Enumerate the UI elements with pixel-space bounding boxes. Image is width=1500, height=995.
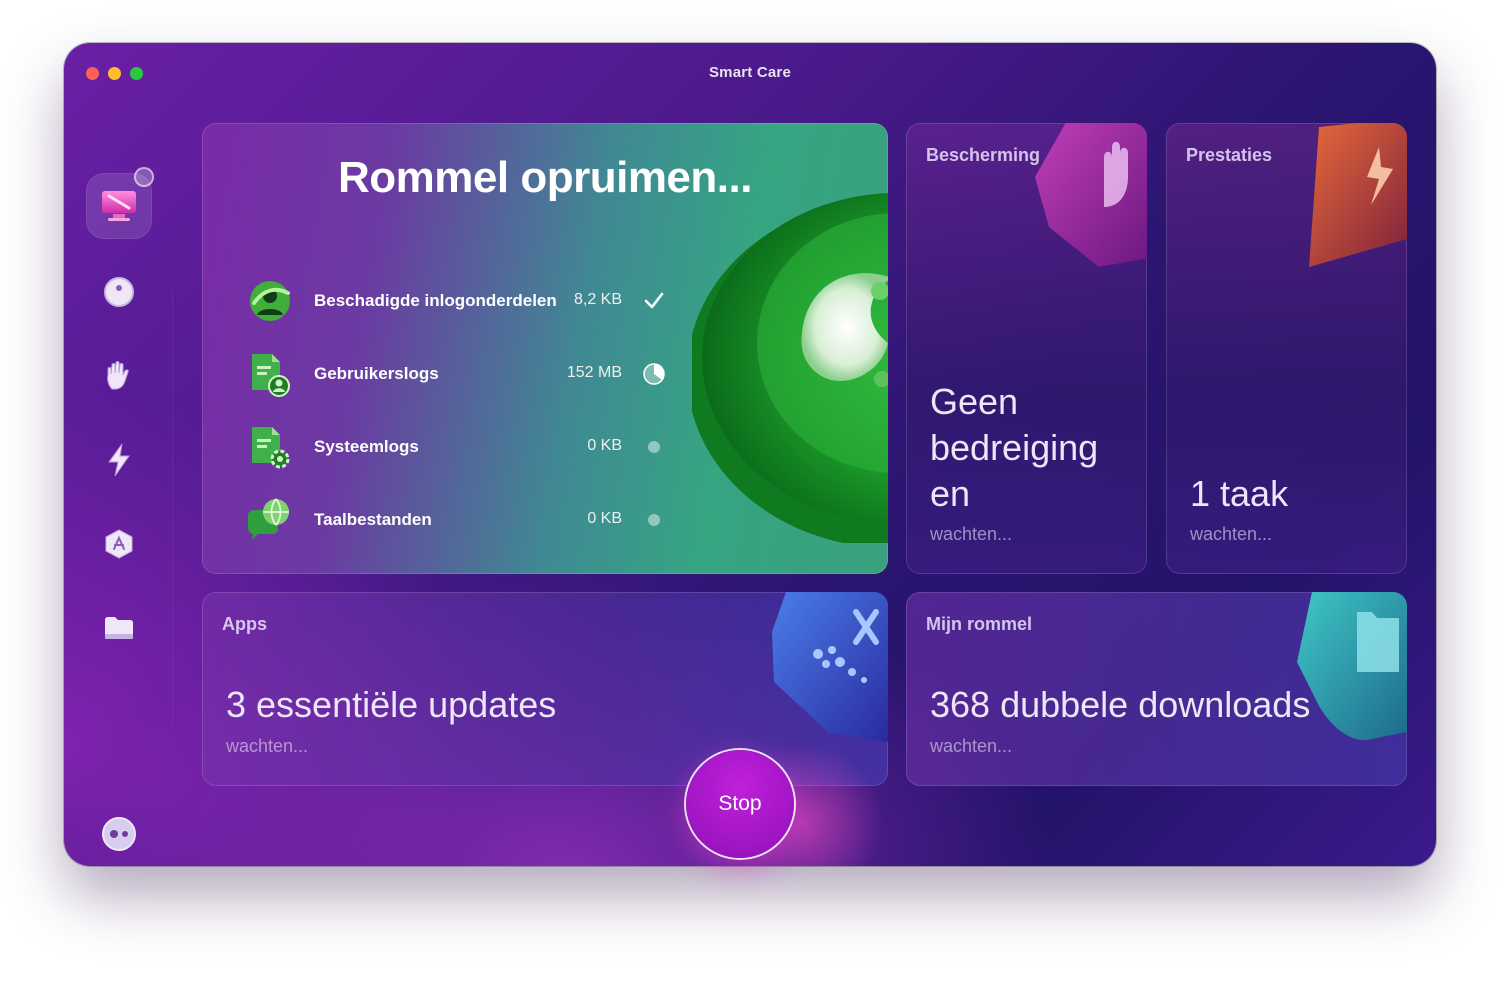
language-files-icon bbox=[248, 498, 289, 540]
row-label: Gebruikerslogs bbox=[314, 364, 439, 383]
app-window: Smart Care Rommel opruimen... Beschadigd… bbox=[64, 43, 1436, 866]
progress-indicator bbox=[134, 167, 154, 187]
cleanup-row: Systeemlogs 0 KB bbox=[246, 423, 666, 473]
pending-dot-icon bbox=[648, 441, 660, 453]
performance-card[interactable]: Prestaties 1 taak wachten... bbox=[1166, 123, 1407, 574]
broken-login-items-icon bbox=[250, 281, 290, 321]
my-clutter-status: wachten... bbox=[930, 736, 1013, 756]
apps-status: wachten... bbox=[226, 736, 309, 756]
apps-label: Apps bbox=[222, 614, 267, 634]
my-clutter-value: 368 dubbele downloads bbox=[930, 684, 1311, 725]
row-label: Systeemlogs bbox=[314, 437, 419, 456]
protection-hand-illustration bbox=[1035, 123, 1147, 267]
sidebar-item-my-clutter[interactable] bbox=[86, 595, 152, 661]
sidebar-item-protection[interactable] bbox=[86, 259, 152, 325]
sidebar-divider bbox=[172, 293, 173, 723]
sidebar-item-assistant[interactable] bbox=[86, 801, 152, 866]
row-size: 0 KB bbox=[587, 510, 622, 527]
performance-status: wachten... bbox=[1190, 524, 1273, 544]
folder-icon bbox=[105, 617, 133, 639]
performance-illustration bbox=[1309, 123, 1407, 267]
lightning-icon bbox=[108, 443, 130, 477]
sidebar-item-applications[interactable] bbox=[86, 511, 152, 577]
my-clutter-card[interactable]: Mijn rommel 368 dubbele downloads wachte… bbox=[906, 592, 1407, 786]
row-label: Taalbestanden bbox=[314, 510, 432, 529]
sidebar-item-smart-care[interactable] bbox=[86, 167, 154, 239]
row-label: Beschadigde inlogonderdelen bbox=[314, 291, 557, 310]
pending-dot-icon bbox=[648, 514, 660, 526]
protection-card[interactable]: Bescherming Geen bedreiging en wachten..… bbox=[906, 123, 1147, 574]
row-size: 152 MB bbox=[566, 364, 622, 381]
stop-button[interactable]: Stop bbox=[686, 750, 794, 858]
sidebar-item-privacy[interactable] bbox=[86, 343, 152, 409]
cleanup-row: Gebruikerslogs 152 MB bbox=[246, 350, 666, 400]
window-title: Smart Care bbox=[708, 64, 792, 81]
row-size: 8,2 KB bbox=[573, 291, 622, 308]
sidebar-item-performance[interactable] bbox=[86, 427, 152, 493]
cleanup-title: Rommel opruimen... bbox=[338, 153, 752, 202]
protection-status: wachten... bbox=[930, 524, 1013, 544]
protection-label: Bescherming bbox=[926, 145, 1041, 165]
cleanup-card[interactable]: Rommel opruimen... Beschadigde inlogonde… bbox=[202, 123, 888, 574]
user-logs-icon bbox=[252, 354, 290, 397]
my-clutter-label: Mijn rommel bbox=[926, 614, 1033, 634]
assistant-icon bbox=[102, 817, 136, 851]
checkmark-icon bbox=[644, 292, 664, 309]
protection-value: Geen bedreiging en bbox=[930, 381, 1099, 514]
apps-value: 3 essentiële updates bbox=[226, 684, 557, 725]
cleanup-row: Taalbestanden 0 KB bbox=[246, 496, 666, 546]
performance-value: 1 taak bbox=[1190, 473, 1289, 514]
protection-disc-icon bbox=[104, 277, 134, 307]
performance-label: Prestaties bbox=[1186, 145, 1273, 165]
system-logs-icon bbox=[252, 427, 290, 469]
monitor-cleanup-icon bbox=[102, 191, 136, 221]
progress-pie-icon bbox=[643, 363, 665, 385]
row-size: 0 KB bbox=[587, 437, 622, 454]
cleanup-disc-illustration bbox=[692, 193, 888, 543]
cleanup-row: Beschadigde inlogonderdelen 8,2 KB bbox=[246, 277, 666, 327]
hand-icon bbox=[107, 361, 129, 390]
applications-icon bbox=[105, 529, 133, 559]
apps-illustration bbox=[772, 592, 888, 742]
